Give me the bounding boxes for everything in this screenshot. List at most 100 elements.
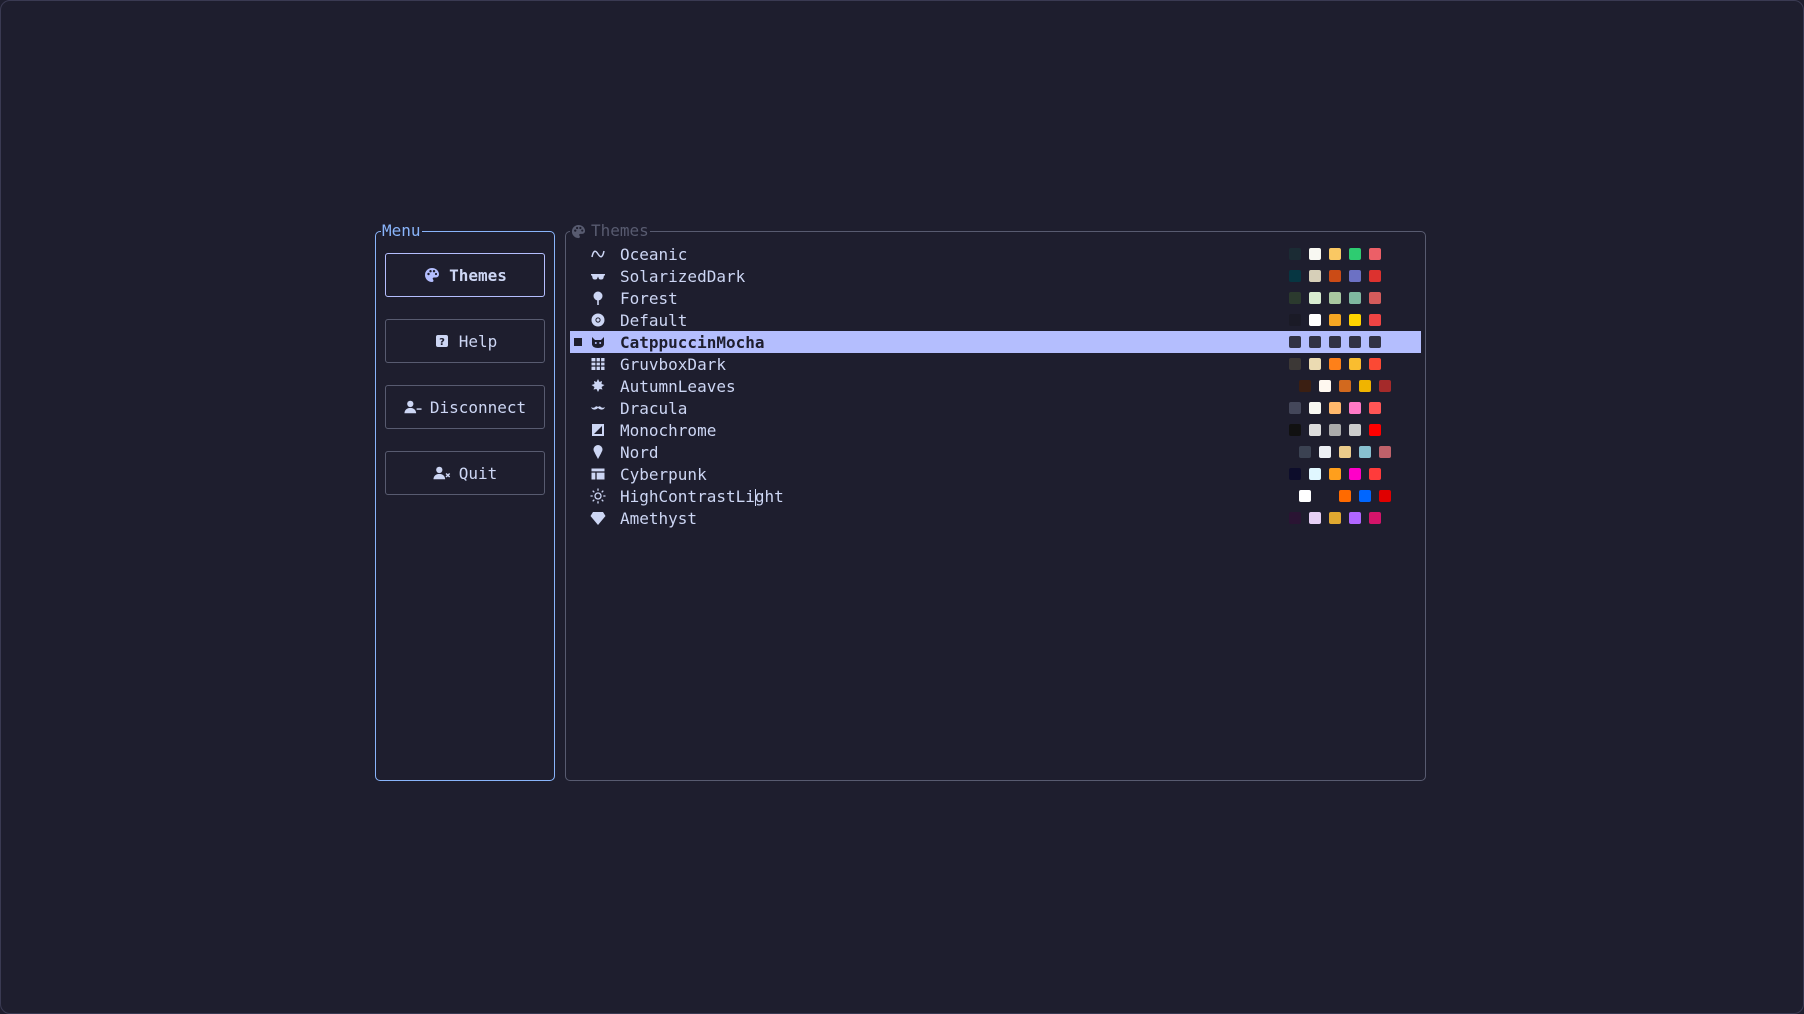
- theme-item-amethyst[interactable]: Amethyst: [570, 507, 1421, 529]
- theme-item-default[interactable]: Default: [570, 309, 1421, 331]
- color-swatch: [1309, 402, 1321, 414]
- themes-panel-title-text: Themes: [591, 221, 649, 240]
- theme-item-cyberpunk[interactable]: Cyberpunk: [570, 463, 1421, 485]
- color-swatch: [1319, 490, 1331, 502]
- color-swatches: [1289, 248, 1381, 260]
- selection-marker: [574, 514, 582, 522]
- color-swatch: [1299, 446, 1311, 458]
- color-swatch: [1289, 424, 1301, 436]
- tree-icon: [590, 290, 606, 306]
- color-swatch: [1369, 292, 1381, 304]
- color-swatch: [1359, 490, 1371, 502]
- theme-item-highcontrastlight[interactable]: HighContrastLight: [570, 485, 1421, 507]
- theme-name: SolarizedDark: [620, 266, 746, 286]
- color-swatch: [1349, 402, 1361, 414]
- color-swatch: [1289, 248, 1301, 260]
- themes-button[interactable]: Themes: [385, 253, 545, 297]
- color-swatch: [1309, 292, 1321, 304]
- color-swatch: [1289, 402, 1301, 414]
- color-swatch: [1309, 358, 1321, 370]
- help-button[interactable]: ? Help: [385, 319, 545, 363]
- color-swatches: [1289, 336, 1381, 348]
- svg-text:?: ?: [439, 337, 445, 348]
- theme-name: AutumnLeaves: [620, 376, 736, 396]
- help-button-label: Help: [458, 331, 498, 351]
- color-swatch: [1319, 380, 1331, 392]
- sunglasses-icon: [590, 268, 606, 284]
- theme-name: Cyberpunk: [620, 464, 707, 484]
- color-swatch: [1329, 248, 1341, 260]
- panel-icon: [590, 466, 606, 482]
- color-swatch: [1369, 248, 1381, 260]
- user-minus-icon: [404, 398, 422, 416]
- mustache-icon: [590, 400, 606, 416]
- color-swatch: [1329, 512, 1341, 524]
- color-swatch: [1349, 468, 1361, 480]
- quit-button[interactable]: Quit: [385, 451, 545, 495]
- theme-list: Oceanic SolarizedDark Forest Default Catppuc…: [570, 243, 1421, 529]
- theme-name: CatppuccinMocha: [620, 332, 765, 352]
- question-icon: ?: [433, 332, 451, 350]
- color-swatches: [1299, 380, 1391, 392]
- color-swatch: [1349, 270, 1361, 282]
- theme-name: Default: [620, 310, 688, 330]
- color-swatch: [1299, 490, 1311, 502]
- theme-name: Nord: [620, 442, 659, 462]
- theme-item-autumnleaves[interactable]: AutumnLeaves: [570, 375, 1421, 397]
- color-swatch: [1379, 380, 1391, 392]
- color-swatches: [1299, 490, 1391, 502]
- color-swatch: [1369, 402, 1381, 414]
- color-swatch: [1289, 358, 1301, 370]
- color-swatches: [1289, 512, 1381, 524]
- color-swatch: [1379, 490, 1391, 502]
- color-swatch: [1329, 468, 1341, 480]
- color-swatches: [1289, 468, 1381, 480]
- theme-item-catppuccinmocha[interactable]: CatppuccinMocha: [570, 331, 1421, 353]
- text-cursor: [754, 488, 756, 506]
- color-swatch: [1339, 380, 1351, 392]
- theme-item-monochrome[interactable]: Monochrome: [570, 419, 1421, 441]
- color-swatch: [1359, 380, 1371, 392]
- theme-name: Forest: [620, 288, 678, 308]
- cat-icon: [590, 334, 606, 350]
- color-swatch: [1309, 468, 1321, 480]
- disconnect-button[interactable]: Disconnect: [385, 385, 545, 429]
- selection-marker: [574, 426, 582, 434]
- theme-name: GruvboxDark: [620, 354, 726, 374]
- theme-item-forest[interactable]: Forest: [570, 287, 1421, 309]
- color-swatch: [1309, 336, 1321, 348]
- selection-marker: [574, 338, 582, 346]
- user-x-icon: [433, 464, 451, 482]
- color-swatch: [1369, 512, 1381, 524]
- menu-panel-title: Menu: [381, 221, 422, 241]
- theme-item-oceanic[interactable]: Oceanic: [570, 243, 1421, 265]
- color-swatches: [1289, 358, 1381, 370]
- theme-name: Monochrome: [620, 420, 717, 440]
- leaf-icon: [590, 378, 606, 394]
- theme-name: Dracula: [620, 398, 688, 418]
- color-swatch: [1329, 358, 1341, 370]
- color-swatch: [1309, 512, 1321, 524]
- themes-button-label: Themes: [449, 265, 507, 285]
- theme-item-gruvboxdark[interactable]: GruvboxDark: [570, 353, 1421, 375]
- color-swatch: [1329, 292, 1341, 304]
- color-swatch: [1319, 446, 1331, 458]
- theme-item-dracula[interactable]: Dracula: [570, 397, 1421, 419]
- color-swatch: [1339, 446, 1351, 458]
- theme-item-nord[interactable]: Nord: [570, 441, 1421, 463]
- palette-icon: [423, 266, 441, 284]
- color-swatch: [1309, 314, 1321, 326]
- color-swatch: [1339, 490, 1351, 502]
- theme-name: Amethyst: [620, 508, 698, 528]
- color-swatch: [1329, 270, 1341, 282]
- color-swatches: [1299, 446, 1391, 458]
- palette-icon: [571, 224, 586, 239]
- theme-name: Oceanic: [620, 244, 688, 264]
- selection-marker: [574, 250, 582, 258]
- theme-item-solarizeddark[interactable]: SolarizedDark: [570, 265, 1421, 287]
- color-swatch: [1369, 314, 1381, 326]
- color-swatch: [1349, 512, 1361, 524]
- menu-panel: Menu Themes ? Help Disconnect Quit: [375, 221, 555, 781]
- color-swatch: [1349, 248, 1361, 260]
- sun-icon: [590, 488, 606, 504]
